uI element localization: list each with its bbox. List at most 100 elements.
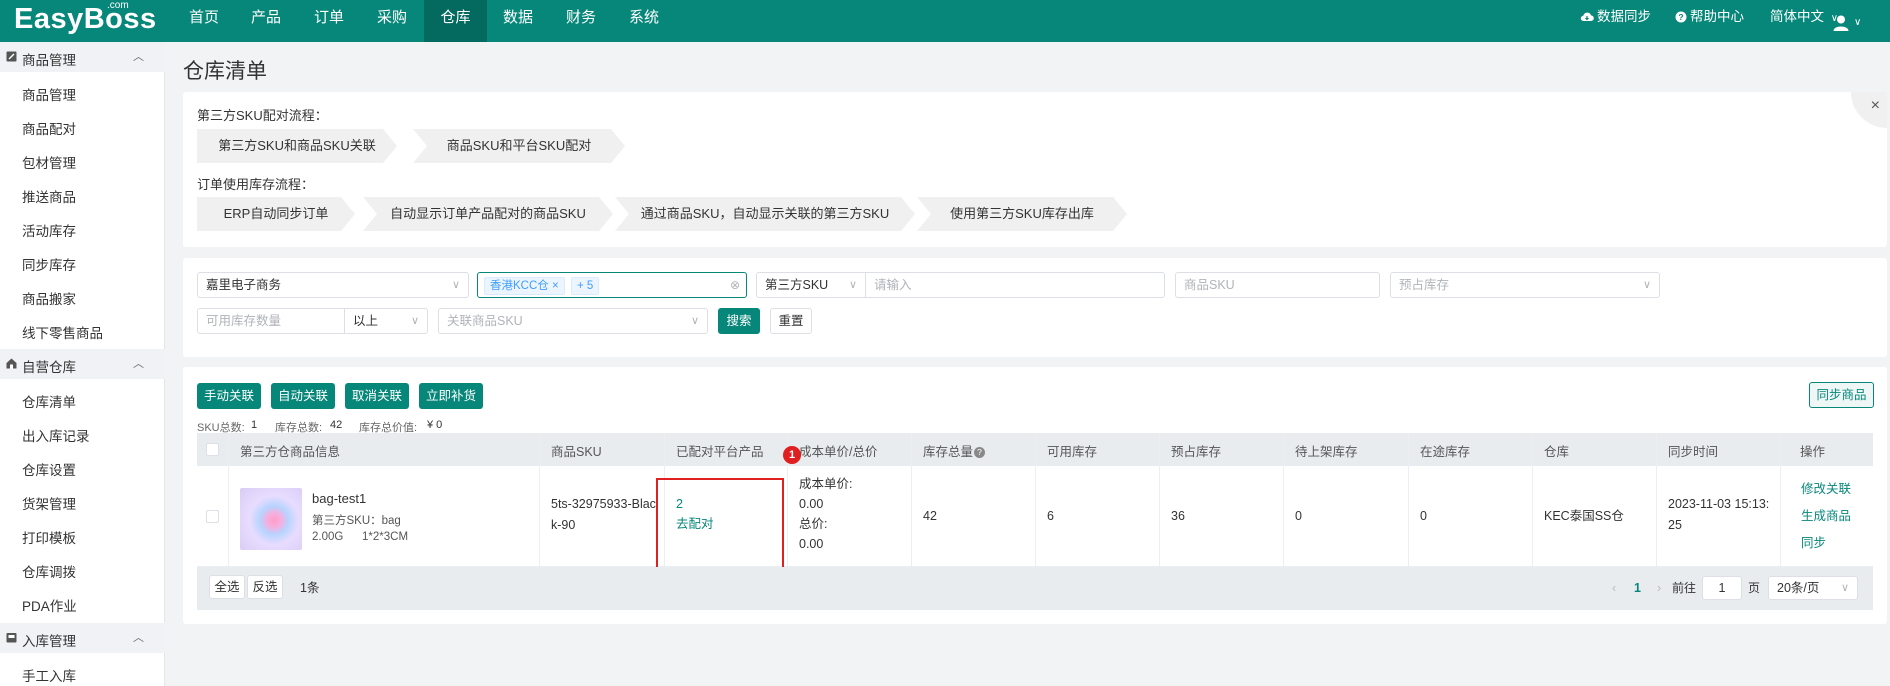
- flow-step: 第三方SKU和商品SKU关联: [197, 129, 397, 163]
- next-page-icon[interactable]: ›: [1657, 578, 1661, 598]
- sidebar-item[interactable]: 包材管理: [22, 152, 76, 172]
- sku-type-select[interactable]: 第三方SKU ∨: [756, 272, 866, 298]
- chevron-down-icon: ∨: [410, 315, 419, 327]
- select-all-checkbox[interactable]: [206, 443, 219, 456]
- reserved-stock-placeholder: 预占库存: [1399, 278, 1450, 292]
- restock-button[interactable]: 立即补货: [419, 383, 483, 409]
- close-icon[interactable]: ×: [552, 280, 559, 292]
- sidebar-item[interactable]: 线下零售商品: [22, 322, 103, 342]
- sidebar-group-product[interactable]: 商品管理 ︿: [0, 42, 165, 72]
- company-select[interactable]: 嘉里电子商务 ∨: [197, 272, 469, 298]
- top-navbar: EasyBoss .com 首页 产品 订单 采购 仓库 数据 财务 系统 数据…: [0, 0, 1890, 42]
- manual-link-button[interactable]: 手动关联: [197, 383, 261, 409]
- select-all-button[interactable]: 全选: [209, 575, 245, 599]
- invert-selection-button[interactable]: 反选: [247, 575, 283, 599]
- flow-step: 通过商品SKU，自动显示关联的第三方SKU: [615, 197, 915, 231]
- logo-suffix: .com: [107, 0, 129, 11]
- pending-stock-cell: 0: [1295, 509, 1302, 523]
- goto-page-input[interactable]: 1: [1702, 576, 1742, 600]
- chevron-down-icon: ∨: [690, 315, 699, 327]
- warehouse-multi-select[interactable]: 香港KCC仓 × + 5 ⊗: [477, 272, 747, 298]
- nav-products[interactable]: 产品: [240, 0, 292, 42]
- reset-button[interactable]: 重置: [770, 308, 812, 334]
- column-header-label: 库存总量: [923, 445, 974, 459]
- linked-sku-placeholder: 关联商品SKU: [447, 314, 523, 328]
- page-number[interactable]: 1: [1634, 578, 1641, 598]
- sidebar-item[interactable]: 推送商品: [22, 186, 76, 206]
- flow-step: 使用第三方SKU库存出库: [917, 197, 1127, 231]
- reserved-stock-cell: 36: [1171, 509, 1185, 523]
- nav-warehouse[interactable]: 仓库: [424, 0, 487, 42]
- column-header: 成本单价/总价: [799, 445, 878, 459]
- sidebar-group-label: 入库管理: [22, 634, 76, 649]
- warehouse-more-tag: + 5: [571, 277, 600, 295]
- auto-link-button[interactable]: 自动关联: [271, 383, 335, 409]
- prev-page-icon[interactable]: ‹: [1612, 578, 1616, 598]
- sidebar-group-label: 自营仓库: [22, 360, 76, 375]
- sidebar-item[interactable]: 仓库调拨: [22, 561, 76, 581]
- sku-flow-label: 第三方SKU配对流程：: [197, 108, 328, 123]
- nav-system[interactable]: 系统: [618, 0, 670, 42]
- edit-link-button[interactable]: 修改关联: [1801, 479, 1851, 499]
- stock-total-cell: 42: [923, 509, 937, 523]
- nav-data[interactable]: 数据: [492, 0, 544, 42]
- question-icon[interactable]: ?: [974, 447, 986, 458]
- clear-icon[interactable]: ⊗: [730, 273, 740, 297]
- generate-product-button[interactable]: 生成商品: [1801, 506, 1851, 526]
- nav-home[interactable]: 首页: [178, 0, 230, 42]
- close-icon[interactable]: ×: [1851, 92, 1887, 128]
- column-header: 待上架库存: [1295, 445, 1358, 459]
- logo: EasyBoss: [14, 3, 157, 35]
- available-qty-input[interactable]: 可用库存数量: [197, 308, 345, 334]
- sidebar-group-inbound[interactable]: 入库管理 ︿: [0, 623, 165, 653]
- linked-sku-select[interactable]: 关联商品SKU ∨: [438, 308, 708, 334]
- reserved-stock-select[interactable]: 预占库存 ∨: [1390, 272, 1660, 298]
- product-weight: 2.00G: [312, 531, 344, 543]
- language-select[interactable]: 简体中文 ∨: [1770, 0, 1838, 36]
- warehouse-tag[interactable]: 香港KCC仓 ×: [484, 277, 565, 295]
- sku-search-input[interactable]: 请输入: [865, 272, 1165, 298]
- cost-total-value: 0.00: [799, 537, 824, 551]
- sidebar-item[interactable]: 仓库清单: [22, 391, 76, 411]
- sidebar-item[interactable]: 出入库记录: [22, 425, 90, 445]
- product-size: 1*2*3CM: [362, 531, 409, 543]
- search-button[interactable]: 搜索: [718, 308, 760, 334]
- product-sku-input[interactable]: 商品SKU: [1175, 272, 1380, 298]
- sync-time-cell: 2023-11-03 15:13:25: [1668, 497, 1770, 532]
- chevron-down-icon: ∨: [1854, 17, 1862, 28]
- column-header: 在途库存: [1420, 445, 1471, 459]
- sync-row-button[interactable]: 同步: [1801, 533, 1826, 553]
- in-transit-stock-cell: 0: [1420, 509, 1427, 523]
- sidebar-item[interactable]: 商品配对: [22, 118, 76, 138]
- sidebar: 商品管理 ︿ 商品管理 商品配对 包材管理 推送商品 活动库存 同步库存 商品搬…: [0, 42, 165, 686]
- compare-select[interactable]: 以上 ∨: [344, 308, 428, 334]
- data-sync-label: 数据同步: [1597, 9, 1651, 24]
- sync-products-button[interactable]: 同步商品: [1809, 382, 1874, 408]
- column-header: 库存总量?: [923, 441, 986, 460]
- sidebar-group-warehouse[interactable]: 自营仓库 ︿: [0, 349, 165, 379]
- sidebar-item[interactable]: 手工入库: [22, 665, 76, 685]
- page-size-select[interactable]: 20条/页 ∨: [1768, 576, 1858, 600]
- sidebar-item[interactable]: 打印模板: [22, 527, 76, 547]
- nav-purchase[interactable]: 采购: [366, 0, 418, 42]
- chevron-down-icon: ∨: [451, 279, 460, 291]
- user-avatar[interactable]: ∨: [1832, 6, 1861, 42]
- sidebar-item[interactable]: PDA作业: [22, 595, 77, 615]
- sidebar-item[interactable]: 商品搬家: [22, 288, 76, 308]
- sku-total-value: 1: [251, 419, 258, 431]
- sidebar-item[interactable]: 货架管理: [22, 493, 76, 513]
- flow-step: 商品SKU和平台SKU配对: [413, 129, 625, 163]
- sidebar-item[interactable]: 活动库存: [22, 220, 76, 240]
- row-checkbox[interactable]: [206, 510, 219, 523]
- sidebar-item[interactable]: 仓库设置: [22, 459, 76, 479]
- sidebar-item[interactable]: 同步库存: [22, 254, 76, 274]
- warehouse-tag-label: 香港KCC仓: [490, 280, 549, 292]
- sidebar-item[interactable]: 商品管理: [22, 84, 76, 104]
- data-sync-button[interactable]: 数据同步: [1580, 0, 1651, 36]
- inbox-icon: [6, 633, 17, 643]
- help-center-button[interactable]: ? 帮助中心: [1675, 0, 1744, 36]
- page-size-value: 20条/页: [1777, 581, 1820, 595]
- nav-finance[interactable]: 财务: [555, 0, 607, 42]
- cancel-link-button[interactable]: 取消关联: [345, 383, 409, 409]
- nav-orders[interactable]: 订单: [303, 0, 355, 42]
